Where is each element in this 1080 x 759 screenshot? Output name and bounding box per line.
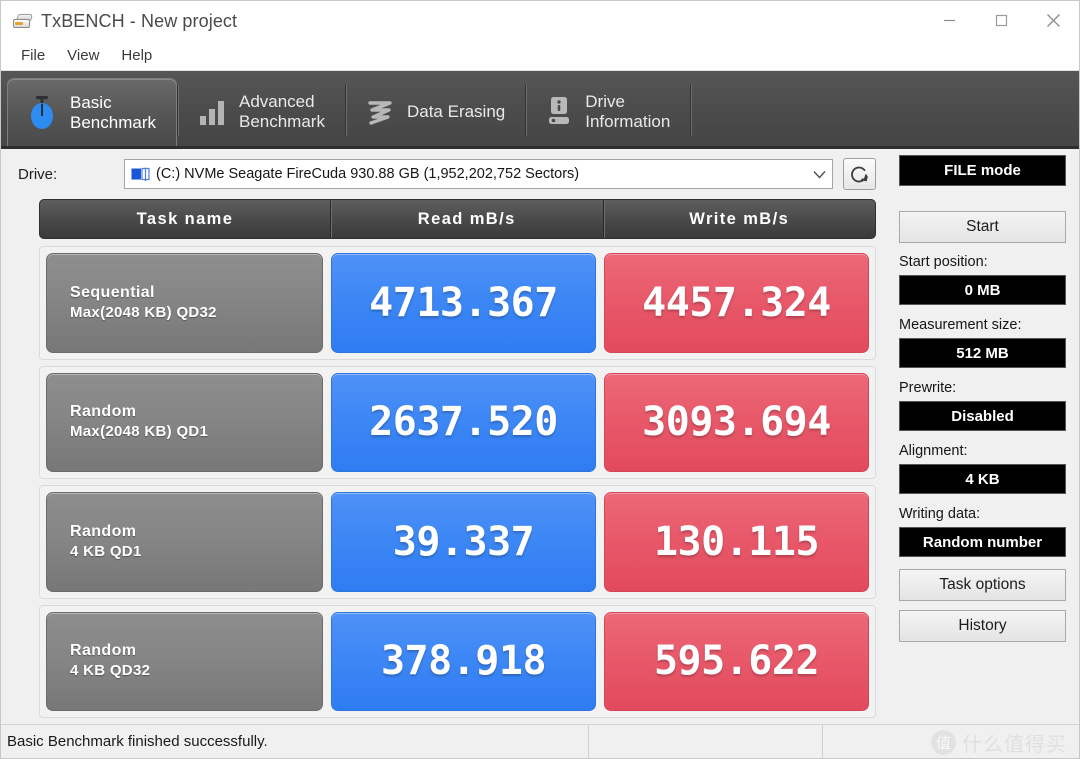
tab-data-erasing[interactable]: Data Erasing: [347, 78, 525, 146]
table-row: Random 4 KB QD1 39.337 130.115: [39, 485, 876, 599]
writing-data-value[interactable]: Random number: [899, 527, 1066, 557]
task-name-secondary: Max(2048 KB) QD1: [70, 423, 209, 441]
title-bar: TxBENCH - New project: [1, 1, 1079, 41]
window-title: TxBENCH - New project: [41, 10, 238, 31]
menu-item-help[interactable]: Help: [110, 45, 163, 67]
bar-chart-icon: [199, 101, 224, 125]
read-speed-value: 2637.520: [331, 372, 596, 472]
txbench-window: TxBENCH - New project File View Help Bas…: [0, 0, 1080, 759]
menu-item-file[interactable]: File: [10, 45, 56, 67]
start-button[interactable]: Start: [899, 211, 1066, 243]
drive-volume-icon: [131, 167, 150, 181]
settings-sidebar: FILE mode Start Start position: 0 MB Mea…: [889, 149, 1079, 724]
file-mode-button[interactable]: FILE mode: [899, 155, 1066, 186]
task-name-primary: Random: [70, 522, 137, 540]
status-bar: Basic Benchmark finished successfully. 值…: [1, 724, 1079, 758]
close-icon: [1046, 14, 1060, 27]
app-drive-icon: [12, 10, 34, 32]
drive-select-arrow[interactable]: [806, 170, 832, 179]
start-position-value[interactable]: 0 MB: [899, 275, 1066, 305]
column-header-write: Write mB/s: [602, 200, 876, 238]
chevron-down-icon: [813, 170, 825, 178]
tab-label-data-erasing: Data Erasing: [406, 102, 506, 121]
writing-data-label: Writing data:: [899, 506, 981, 522]
column-header-read: Read mB/s: [330, 200, 603, 238]
maximize-icon: [995, 14, 1007, 27]
history-button[interactable]: History: [899, 610, 1066, 642]
watermark: 值 什么值得买: [931, 728, 1067, 757]
table-row: Random 4 KB QD32 378.918 595.622: [39, 604, 876, 718]
close-button[interactable]: [1027, 1, 1079, 40]
tab-advanced-benchmark[interactable]: Advanced Benchmark: [179, 78, 345, 146]
tab-drive-information[interactable]: Drive Information: [527, 78, 690, 146]
table-row: Random Max(2048 KB) QD1 2637.520 3093.69…: [39, 365, 876, 479]
column-header-task-name: Task name: [136, 209, 234, 228]
write-speed-value: 595.622: [604, 611, 869, 711]
task-name-secondary: 4 KB QD32: [70, 662, 151, 680]
task-name-cell[interactable]: Sequential Max(2048 KB) QD32: [46, 253, 323, 353]
task-name-cell[interactable]: Random Max(2048 KB) QD1: [46, 372, 323, 472]
task-name-primary: Random: [70, 403, 137, 421]
read-speed-value: 39.337: [331, 492, 596, 592]
write-speed-value: 3093.694: [604, 372, 869, 472]
task-name-primary: Random: [70, 642, 137, 660]
watermark-badge: 值: [931, 730, 956, 755]
benchmark-pane: Drive: (C:) NVMe Seagate FireCuda 930.88…: [1, 149, 889, 724]
measurement-size-value[interactable]: 512 MB: [899, 338, 1066, 368]
read-speed-value: 378.918: [331, 611, 596, 711]
minimize-button[interactable]: [923, 1, 975, 40]
task-name-primary: Sequential: [70, 283, 155, 301]
write-speed-value: 130.115: [604, 492, 869, 592]
window-controls: [923, 1, 1079, 40]
tab-divider-4: [690, 85, 693, 136]
refresh-drives-button[interactable]: [843, 158, 876, 190]
prewrite-label: Prewrite:: [899, 380, 957, 396]
tab-label-advanced-benchmark: Advanced Benchmark: [238, 92, 325, 131]
drive-select[interactable]: (C:) NVMe Seagate FireCuda 930.88 GB (1,…: [124, 159, 833, 189]
refresh-icon: [851, 166, 868, 182]
drive-selection-row: Drive: (C:) NVMe Seagate FireCuda 930.88…: [1, 149, 889, 199]
alignment-value[interactable]: 4 KB: [899, 464, 1066, 494]
drive-select-value: (C:) NVMe Seagate FireCuda 930.88 GB (1,…: [156, 166, 580, 182]
drive-info-icon: [549, 97, 570, 124]
status-message: Basic Benchmark finished successfully.: [7, 733, 268, 750]
scribble-erase-icon: [368, 101, 392, 125]
watermark-text: 什么值得买: [962, 732, 1067, 756]
tab-label-basic-benchmark: Basic Benchmark: [70, 92, 156, 132]
status-segment-1: [588, 725, 822, 758]
prewrite-value[interactable]: Disabled: [899, 401, 1066, 431]
tab-bar: Basic Benchmark Advanced Benchmark Data …: [1, 71, 1079, 149]
stopwatch-icon: [31, 95, 53, 129]
write-speed-value: 4457.324: [604, 253, 869, 353]
main-content: Drive: (C:) NVMe Seagate FireCuda 930.88…: [1, 149, 1079, 724]
task-name-cell[interactable]: Random 4 KB QD1: [46, 492, 323, 592]
tab-basic-benchmark[interactable]: Basic Benchmark: [7, 78, 177, 146]
task-options-button[interactable]: Task options: [899, 569, 1066, 601]
task-name-cell[interactable]: Random 4 KB QD32: [46, 611, 323, 711]
measurement-size-label: Measurement size:: [899, 317, 1022, 333]
results-rows: Sequential Max(2048 KB) QD32 4713.367 44…: [39, 239, 876, 724]
tab-label-drive-information: Drive Information: [585, 92, 671, 131]
minimize-icon: [943, 19, 955, 22]
results-table: Task name Read mB/s Write mB/s Sequentia…: [1, 199, 889, 724]
menu-bar: File View Help: [1, 41, 1079, 71]
start-position-label: Start position:: [899, 254, 988, 270]
drive-label: Drive:: [18, 165, 58, 183]
alignment-label: Alignment:: [899, 443, 968, 459]
menu-item-view[interactable]: View: [56, 45, 110, 67]
results-table-header: Task name Read mB/s Write mB/s: [39, 199, 876, 239]
table-row: Sequential Max(2048 KB) QD32 4713.367 44…: [39, 246, 876, 360]
read-speed-value: 4713.367: [331, 253, 596, 353]
maximize-button[interactable]: [975, 1, 1027, 40]
task-name-secondary: Max(2048 KB) QD32: [70, 303, 217, 321]
task-name-secondary: 4 KB QD1: [70, 542, 142, 560]
